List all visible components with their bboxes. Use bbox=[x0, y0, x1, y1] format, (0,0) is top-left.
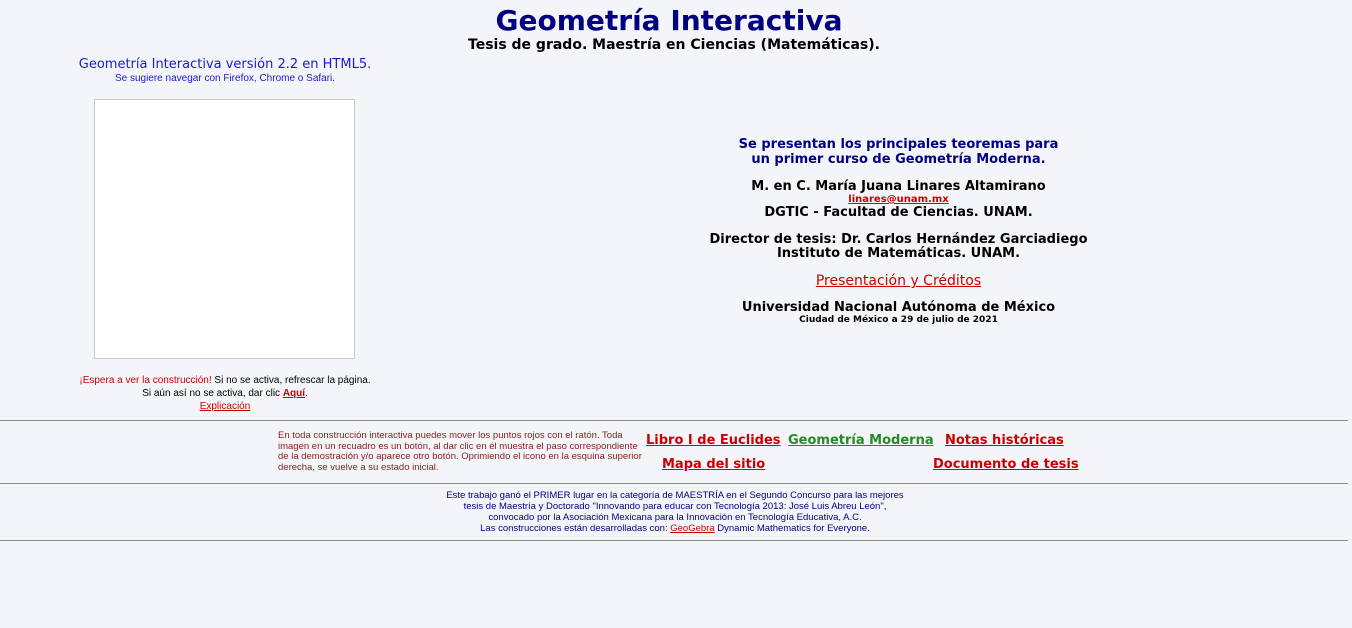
footer-line-1: Este trabajo ganó el PRIMER lugar en la … bbox=[446, 490, 904, 501]
refresh-hint: Si no se activa, refrescar la página. bbox=[211, 375, 371, 386]
click-hint: Si aún así no se activa, dar clic bbox=[142, 388, 283, 399]
thesis-director: Director de tesis: Dr. Carlos Hernández … bbox=[709, 232, 1088, 247]
geogebra-link[interactable]: GeoGebra bbox=[670, 523, 714, 534]
thesis-info: Se presentan los principales teoremas pa… bbox=[700, 137, 1097, 326]
aqui-link[interactable]: Aquí bbox=[283, 388, 305, 399]
university-name: Universidad Nacional Autónoma de México bbox=[741, 300, 1056, 315]
footer-line-2: tesis de Maestría y Doctorado "Innovando… bbox=[463, 501, 887, 512]
nav-documento-tesis[interactable]: Documento de tesis bbox=[933, 457, 1079, 473]
activation-help: ¡Espera a ver la construcción! Si no se … bbox=[60, 374, 390, 413]
instructions-note: En toda construcción interactiva puedes … bbox=[278, 430, 642, 473]
divider-bottom bbox=[0, 540, 1348, 541]
divider-middle bbox=[0, 483, 1348, 484]
intro-line-2: un primer curso de Geometría Moderna. bbox=[751, 152, 1046, 167]
affiliation: DGTIC - Facultad de Ciencias. UNAM. bbox=[764, 205, 1033, 220]
divider-top bbox=[0, 420, 1348, 421]
wait-warning: ¡Espera a ver la construcción! bbox=[79, 375, 212, 386]
page-title: Geometría Interactiva bbox=[495, 4, 843, 37]
version-text: Geometría Interactiva versión 2.2 en HTM… bbox=[78, 57, 372, 72]
footer-line-4: Las construcciones están desarrolladas c… bbox=[380, 523, 970, 534]
intro-line-1: Se presentan los principales teoremas pa… bbox=[738, 137, 1059, 152]
presentation-link[interactable]: Presentación y Créditos bbox=[816, 273, 981, 289]
footer-line-3: convocado por la Asociación Mexicana par… bbox=[488, 512, 862, 523]
click-hint-period: . bbox=[305, 388, 308, 399]
footer-tools-prefix: Las construcciones están desarrolladas c… bbox=[480, 523, 671, 534]
nav-mapa-sitio[interactable]: Mapa del sitio bbox=[662, 457, 765, 473]
construction-canvas[interactable] bbox=[94, 99, 355, 359]
director-institute: Instituto de Matemáticas. UNAM. bbox=[776, 246, 1021, 261]
author-name: M. en C. María Juana Linares Altamirano bbox=[751, 179, 1046, 194]
footer-tools-suffix: Dynamic Mathematics for Everyone. bbox=[714, 523, 870, 534]
browser-hint: Se sugiere navegar con Firefox, Chrome o… bbox=[114, 73, 336, 84]
page-subtitle: Tesis de grado. Maestría en Ciencias (Ma… bbox=[468, 37, 880, 53]
date-line: Ciudad de México a 29 de julio de 2021 bbox=[799, 315, 998, 325]
explanation-link[interactable]: Explicación bbox=[200, 401, 251, 412]
nav-notas-historicas[interactable]: Notas históricas bbox=[945, 433, 1064, 449]
nav-libro-euclides[interactable]: Libro I de Euclides bbox=[646, 433, 781, 449]
nav-geometria-moderna[interactable]: Geometría Moderna bbox=[788, 433, 934, 449]
award-footer: Este trabajo ganó el PRIMER lugar en la … bbox=[380, 490, 970, 534]
